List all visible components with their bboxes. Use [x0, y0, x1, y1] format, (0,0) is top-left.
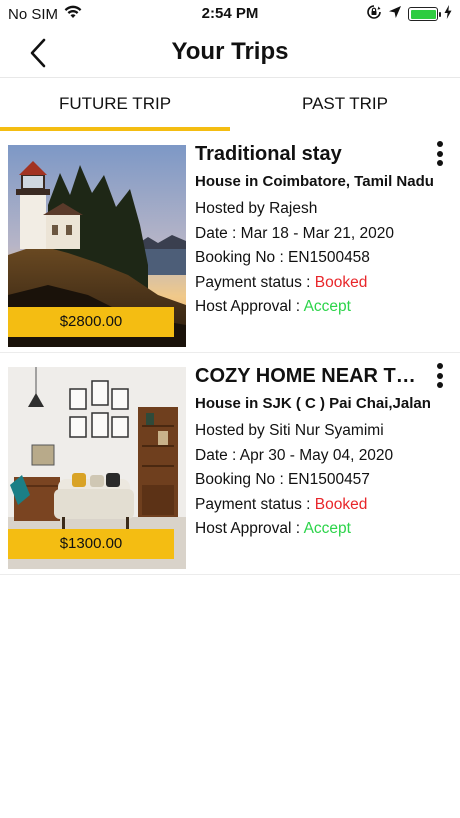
more-options-button[interactable] [434, 141, 446, 169]
price-tag: $2800.00 [8, 307, 174, 337]
trip-host: Hosted by Rajesh [195, 200, 318, 217]
trip-info: Traditional stay House in Coimbatore, Ta… [195, 141, 445, 320]
trip-date: Date : Mar 18 - Mar 21, 2020 [195, 224, 395, 242]
location-icon [388, 5, 402, 23]
charging-icon [444, 5, 452, 23]
payment-status-label: Payment status : [195, 495, 315, 513]
trip-card[interactable]: $2800.00 Traditional stay House in Coimb… [0, 131, 460, 353]
trip-tabs: FUTURE TRIP PAST TRIP [0, 79, 460, 131]
more-dot [437, 382, 443, 388]
status-bar: No SIM 2:54 PM [0, 0, 460, 28]
trip-host: Hosted by Siti Nur Syamimi [195, 422, 384, 439]
battery-icon [408, 7, 441, 21]
host-approval-row: Host Approval : Accept [195, 295, 445, 320]
page-title: Your Trips [171, 38, 289, 65]
payment-status-value: Booked [314, 495, 368, 513]
more-vertical-icon [437, 363, 443, 369]
payment-status-row: Payment status : Booked [195, 493, 445, 518]
trip-location: House in SJK ( C ) Pai Chai,Jalan [195, 395, 431, 412]
more-dot [437, 372, 443, 379]
trip-thumbnail: $1300.00 [8, 367, 186, 569]
host-approval-row: Host Approval : Accept [195, 517, 445, 542]
trip-booking-number: Booking No : EN1500457 [195, 471, 370, 488]
host-approval-value: Accept [303, 520, 351, 537]
more-dot [437, 150, 443, 157]
tab-past-trip[interactable]: PAST TRIP [230, 79, 460, 131]
trip-booking-number: Booking No : EN1500458 [195, 249, 370, 266]
trip-location: House in Coimbatore, Tamil Nadu [195, 173, 434, 190]
more-vertical-icon [437, 141, 443, 147]
host-approval-label: Host Approval : [195, 520, 304, 537]
status-right [366, 4, 452, 24]
trip-card[interactable]: $1300.00 COZY HOME NEAR THE CITY House i… [0, 353, 460, 575]
trip-title: Traditional stay [195, 143, 342, 165]
nav-bar: Your Trips [0, 28, 460, 78]
trip-date: Date : Apr 30 - May 04, 2020 [195, 446, 394, 464]
orientation-lock-icon [366, 4, 382, 24]
trip-thumbnail: $2800.00 [8, 145, 186, 347]
payment-status-row: Payment status : Booked [195, 271, 445, 296]
trip-title: COZY HOME NEAR THE CITY [195, 365, 419, 387]
payment-status-label: Payment status : [195, 273, 315, 291]
price-tag: $1300.00 [8, 529, 174, 559]
more-dot [437, 160, 443, 166]
trip-info: COZY HOME NEAR THE CITY House in SJK ( C… [195, 363, 445, 542]
host-approval-label: Host Approval : [195, 298, 304, 315]
more-options-button[interactable] [434, 363, 446, 391]
host-approval-value: Accept [303, 298, 351, 315]
battery-fill [410, 9, 436, 19]
tab-future-trip[interactable]: FUTURE TRIP [0, 79, 230, 131]
payment-status-value: Booked [314, 273, 368, 291]
